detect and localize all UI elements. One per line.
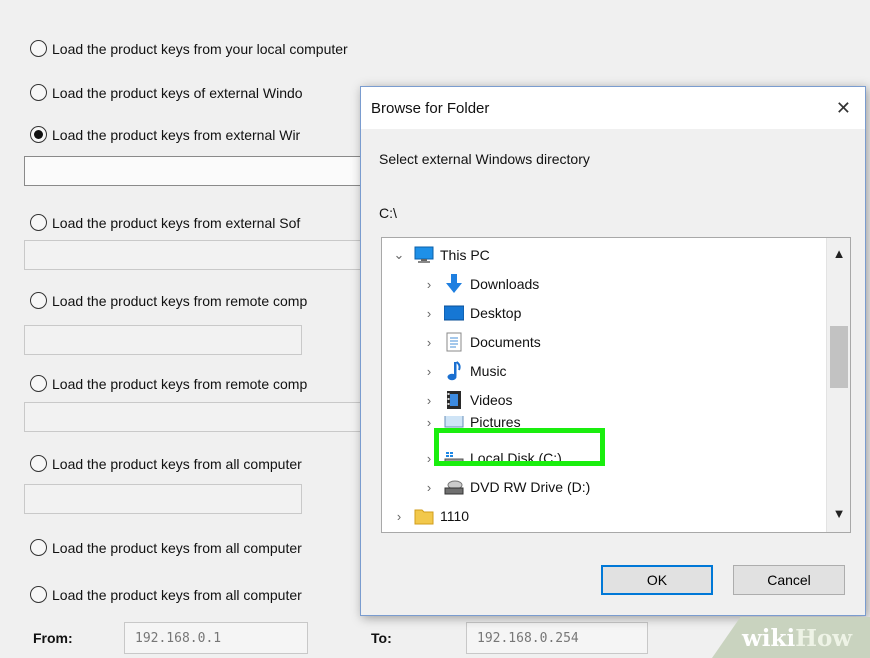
folder-icon — [414, 506, 434, 526]
videos-icon — [444, 390, 464, 410]
tree-scrollbar[interactable]: ▲ ▼ — [826, 238, 850, 532]
to-label: To: — [371, 630, 392, 646]
downloads-icon — [444, 274, 464, 294]
option-label: Load the product keys from remote comp — [52, 292, 308, 309]
option-remote-computer[interactable]: Load the product keys from remote comp — [30, 292, 307, 309]
dialog-instruction: Select external Windows directory — [379, 151, 590, 167]
radio-button[interactable] — [30, 539, 47, 556]
tree-item-music[interactable]: › Music — [422, 358, 507, 384]
tree-item-label: 1110 — [440, 508, 470, 524]
option-label: Load the product keys from external Sof — [52, 214, 301, 231]
tree-item-folder-1110[interactable]: › 1110 — [392, 503, 469, 529]
option-all-computers[interactable]: Load the product keys from all computer — [30, 455, 302, 472]
option-remote-computer-2[interactable]: Load the product keys from remote comp — [30, 375, 307, 392]
radio-button[interactable] — [30, 214, 47, 231]
ok-button[interactable]: OK — [601, 565, 713, 595]
tree-item-label: Music — [470, 363, 507, 379]
option-label: Load the product keys from all computer — [52, 539, 302, 556]
watermark-prefix: wiki — [742, 625, 796, 652]
option-label: Load the product keys from external Wir — [52, 126, 301, 143]
option-label: Load the product keys from all computer — [52, 586, 302, 603]
computer-icon — [414, 245, 434, 265]
chevron-right-icon[interactable]: › — [422, 393, 436, 408]
radio-button[interactable] — [30, 84, 47, 101]
folder-tree[interactable]: ⌄ This PC › Downloads › Desktop › Docume… — [381, 237, 851, 533]
tree-item-documents[interactable]: › Documents — [422, 329, 541, 355]
external-software-input[interactable] — [24, 240, 364, 270]
from-ip-input[interactable]: 192.168.0.1 — [124, 622, 308, 654]
tree-item-label: Documents — [470, 334, 541, 350]
radio-button[interactable] — [30, 586, 47, 603]
tree-item-downloads[interactable]: › Downloads — [422, 271, 539, 297]
cancel-button[interactable]: Cancel — [733, 565, 845, 595]
chevron-right-icon[interactable]: › — [422, 480, 436, 495]
dialog-title: Browse for Folder — [371, 99, 490, 117]
option-external-software[interactable]: Load the product keys from external Sof — [30, 214, 300, 231]
tree-item-label: Videos — [470, 392, 513, 408]
current-path: C:\ — [379, 205, 397, 221]
chevron-right-icon[interactable]: › — [422, 335, 436, 350]
wikihow-watermark: wikiHow — [712, 617, 870, 658]
option-label: Load the product keys from all computer — [52, 455, 302, 472]
dialog-titlebar: Browse for Folder ✕ — [361, 87, 865, 129]
option-label: Load the product keys from your local co… — [52, 40, 348, 57]
option-external-windows-dir[interactable]: Load the product keys from external Wir — [30, 126, 300, 143]
radio-button-selected[interactable] — [30, 126, 47, 143]
radio-button[interactable] — [30, 292, 47, 309]
tree-item-dvd-drive[interactable]: › DVD RW Drive (D:) — [422, 474, 590, 500]
tree-item-label: DVD RW Drive (D:) — [470, 479, 591, 495]
chevron-right-icon[interactable]: › — [422, 364, 436, 379]
external-dir-input[interactable] — [24, 156, 364, 186]
tree-item-label: This PC — [440, 247, 490, 263]
option-local-computer[interactable]: Load the product keys from your local co… — [30, 40, 348, 57]
option-all-computers-ip-range[interactable]: Load the product keys from all computer — [30, 586, 302, 603]
chevron-down-icon[interactable]: ⌄ — [392, 247, 406, 263]
radio-button[interactable] — [30, 375, 47, 392]
watermark-suffix: How — [795, 625, 853, 652]
desktop-icon — [444, 303, 464, 323]
chevron-right-icon[interactable]: › — [422, 306, 436, 321]
to-ip-input[interactable]: 192.168.0.254 — [466, 622, 648, 654]
remote-computer-input[interactable] — [24, 325, 302, 355]
from-label: From: — [33, 630, 73, 646]
music-icon — [444, 361, 464, 381]
radio-button[interactable] — [30, 455, 47, 472]
scroll-down-icon[interactable]: ▼ — [827, 506, 850, 521]
tree-item-videos[interactable]: › Videos — [422, 387, 513, 413]
dvd-drive-icon — [444, 477, 464, 497]
all-computers-input[interactable] — [24, 484, 302, 514]
browse-folder-dialog: Browse for Folder ✕ Select external Wind… — [360, 86, 866, 616]
option-all-computers-2[interactable]: Load the product keys from all computer — [30, 539, 302, 556]
chevron-right-icon[interactable]: › — [422, 277, 436, 292]
remote-computer-2-input[interactable] — [24, 402, 364, 432]
tree-item-desktop[interactable]: › Desktop — [422, 300, 522, 326]
documents-icon — [444, 332, 464, 352]
tree-item-this-pc[interactable]: ⌄ This PC — [392, 242, 490, 268]
tree-item-label: Desktop — [470, 305, 522, 321]
chevron-right-icon[interactable]: › — [392, 509, 406, 524]
tree-item-label: Downloads — [470, 276, 540, 292]
scroll-up-icon[interactable]: ▲ — [827, 246, 850, 261]
scroll-thumb[interactable] — [830, 326, 848, 388]
radio-button[interactable] — [30, 40, 47, 57]
option-label: Load the product keys from remote comp — [52, 375, 308, 392]
highlight-box — [434, 428, 605, 466]
option-external-windows[interactable]: Load the product keys of external Windo — [30, 84, 303, 101]
close-icon[interactable]: ✕ — [836, 98, 851, 119]
option-label: Load the product keys of external Windo — [52, 84, 303, 101]
